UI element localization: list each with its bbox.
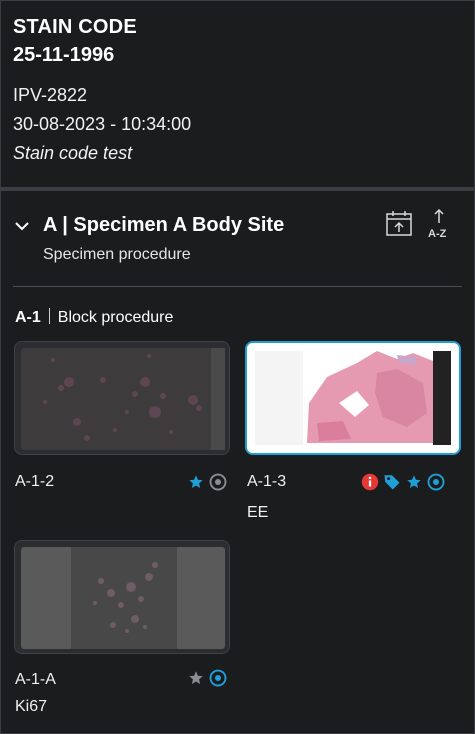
sort-az-icon[interactable]: A-Z [425, 207, 453, 239]
eye-icon[interactable] [427, 473, 445, 491]
case-note: Stain code test [13, 143, 133, 163]
header-divider [1, 187, 474, 191]
slide-label: A-1-3 [247, 473, 287, 490]
case-header: STAIN CODE 25-11-1996 IPV-2822 30-08-202… [1, 1, 474, 187]
slide-badges [187, 667, 227, 689]
case-id: IPV-2822 [13, 85, 88, 105]
slide-stain: Ki67 [15, 698, 48, 715]
block-separator [48, 308, 50, 324]
slide-label: A-1-2 [15, 473, 55, 490]
slide-label: A-1-A [15, 671, 56, 688]
slide-badges [187, 471, 227, 493]
star-icon[interactable] [187, 473, 205, 491]
stain-code-title: STAIN CODE [13, 16, 137, 38]
block-row: A-1 Block procedure [15, 306, 173, 330]
eye-icon[interactable] [209, 669, 227, 687]
stain-code-date: 25-11-1996 [13, 44, 115, 66]
star-icon[interactable] [405, 473, 423, 491]
case-timestamp: 30-08-2023 - 10:34:00 [13, 114, 192, 134]
slide-image [247, 343, 459, 453]
eye-icon[interactable] [209, 473, 227, 491]
star-icon[interactable] [187, 669, 205, 687]
specimen-divider [13, 286, 462, 287]
tag-icon[interactable] [383, 473, 401, 491]
svg-text:A-Z: A-Z [428, 228, 447, 239]
info-icon[interactable] [361, 473, 379, 491]
slide-thumbnail-a-1-3[interactable] [245, 341, 461, 455]
specimen-row[interactable]: A | Specimen A Body Site Specimen proced… [13, 207, 463, 271]
block-id: A-1 [15, 309, 41, 326]
specimen-title[interactable]: A | Specimen A Body Site [43, 211, 284, 239]
calendar-sort-icon[interactable] [385, 207, 413, 239]
specimen-procedure: Specimen procedure [43, 246, 191, 263]
slide-image [15, 541, 229, 653]
slide-badges [361, 471, 445, 493]
chevron-down-icon[interactable] [13, 219, 31, 233]
slide-panel: STAIN CODE 25-11-1996 IPV-2822 30-08-202… [0, 0, 475, 734]
block-procedure: Block procedure [57, 309, 174, 326]
slide-stain: EE [247, 504, 269, 521]
slide-image [15, 342, 229, 454]
slide-thumbnail-a-1-a[interactable] [14, 540, 230, 654]
slide-thumbnail-a-1-2[interactable] [14, 341, 230, 455]
